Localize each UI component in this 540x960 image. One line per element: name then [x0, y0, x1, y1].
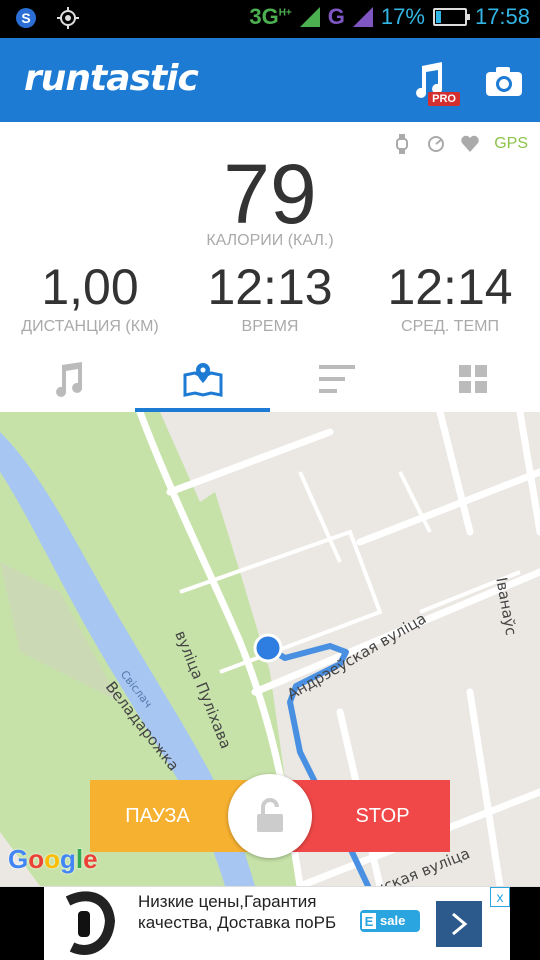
ad-product-image	[48, 891, 128, 957]
ad-close-button[interactable]: x	[490, 887, 510, 907]
map-tab-icon	[183, 363, 222, 397]
google-attribution: Google	[8, 844, 98, 874]
svg-text:S: S	[21, 10, 30, 26]
camera-icon	[486, 67, 522, 96]
app-bar: runtastic PRO	[0, 38, 540, 122]
pro-badge: PRO	[428, 92, 460, 106]
duration-label: ВРЕМЯ	[241, 318, 299, 335]
unlock-icon	[257, 798, 283, 832]
music-tab-icon	[55, 362, 82, 397]
network-type-2: G	[327, 4, 345, 29]
music-pro-button[interactable]: PRO	[408, 60, 460, 106]
gps-status-icon	[57, 7, 79, 29]
pace-value: 12:14	[387, 259, 513, 315]
camera-button[interactable]	[484, 64, 524, 98]
ad-logo-text: sale	[380, 913, 406, 928]
battery-percent: 17%	[380, 4, 425, 29]
list-bars-icon	[318, 365, 355, 393]
distance-value: 1,00	[41, 259, 139, 315]
duration-value: 12:13	[207, 259, 333, 315]
tab-bar	[0, 346, 540, 413]
ad-text: Низкие цены,Гарантия качества, Доставка …	[138, 892, 337, 932]
chevron-right-icon	[452, 912, 468, 936]
network-type: 3GH+	[249, 4, 292, 29]
ad-banner[interactable]: Низкие цены,Гарантия качества, Доставка …	[0, 886, 540, 960]
pace-stat: 12:14 СРЕД. ТЕМП	[360, 258, 540, 336]
grid-icon	[458, 365, 487, 393]
tab-stats[interactable]	[270, 346, 405, 412]
app-logo: runtastic	[24, 58, 199, 99]
battery-icon	[432, 8, 470, 26]
tab-dashboard[interactable]	[405, 346, 540, 412]
signal-icon-2	[352, 7, 373, 27]
status-bar: S 3GH+ G 17% 17:58	[0, 0, 540, 38]
s-app-icon: S	[16, 8, 36, 28]
ad-logo: E sale	[360, 910, 420, 937]
pace-label: СРЕД. ТЕМП	[401, 318, 499, 335]
unlock-button[interactable]	[228, 774, 312, 858]
svg-text:E: E	[365, 914, 374, 929]
duration-stat: 12:13 ВРЕМЯ	[180, 258, 360, 336]
ad-go-button[interactable]	[436, 901, 482, 947]
ad-border-left	[0, 887, 44, 960]
calories-value: 79	[223, 147, 317, 241]
tab-map[interactable]	[135, 346, 270, 412]
tab-music[interactable]	[0, 346, 135, 412]
clock: 17:58	[474, 4, 530, 29]
ad-border-right	[510, 887, 540, 960]
distance-label: ДИСТАНЦИЯ (КМ)	[21, 318, 159, 335]
calories-label: КАЛОРИИ (КАЛ.)	[206, 232, 334, 249]
signal-icon	[299, 7, 320, 27]
distance-stat: 1,00 ДИСТАНЦИЯ (КМ)	[0, 258, 180, 336]
